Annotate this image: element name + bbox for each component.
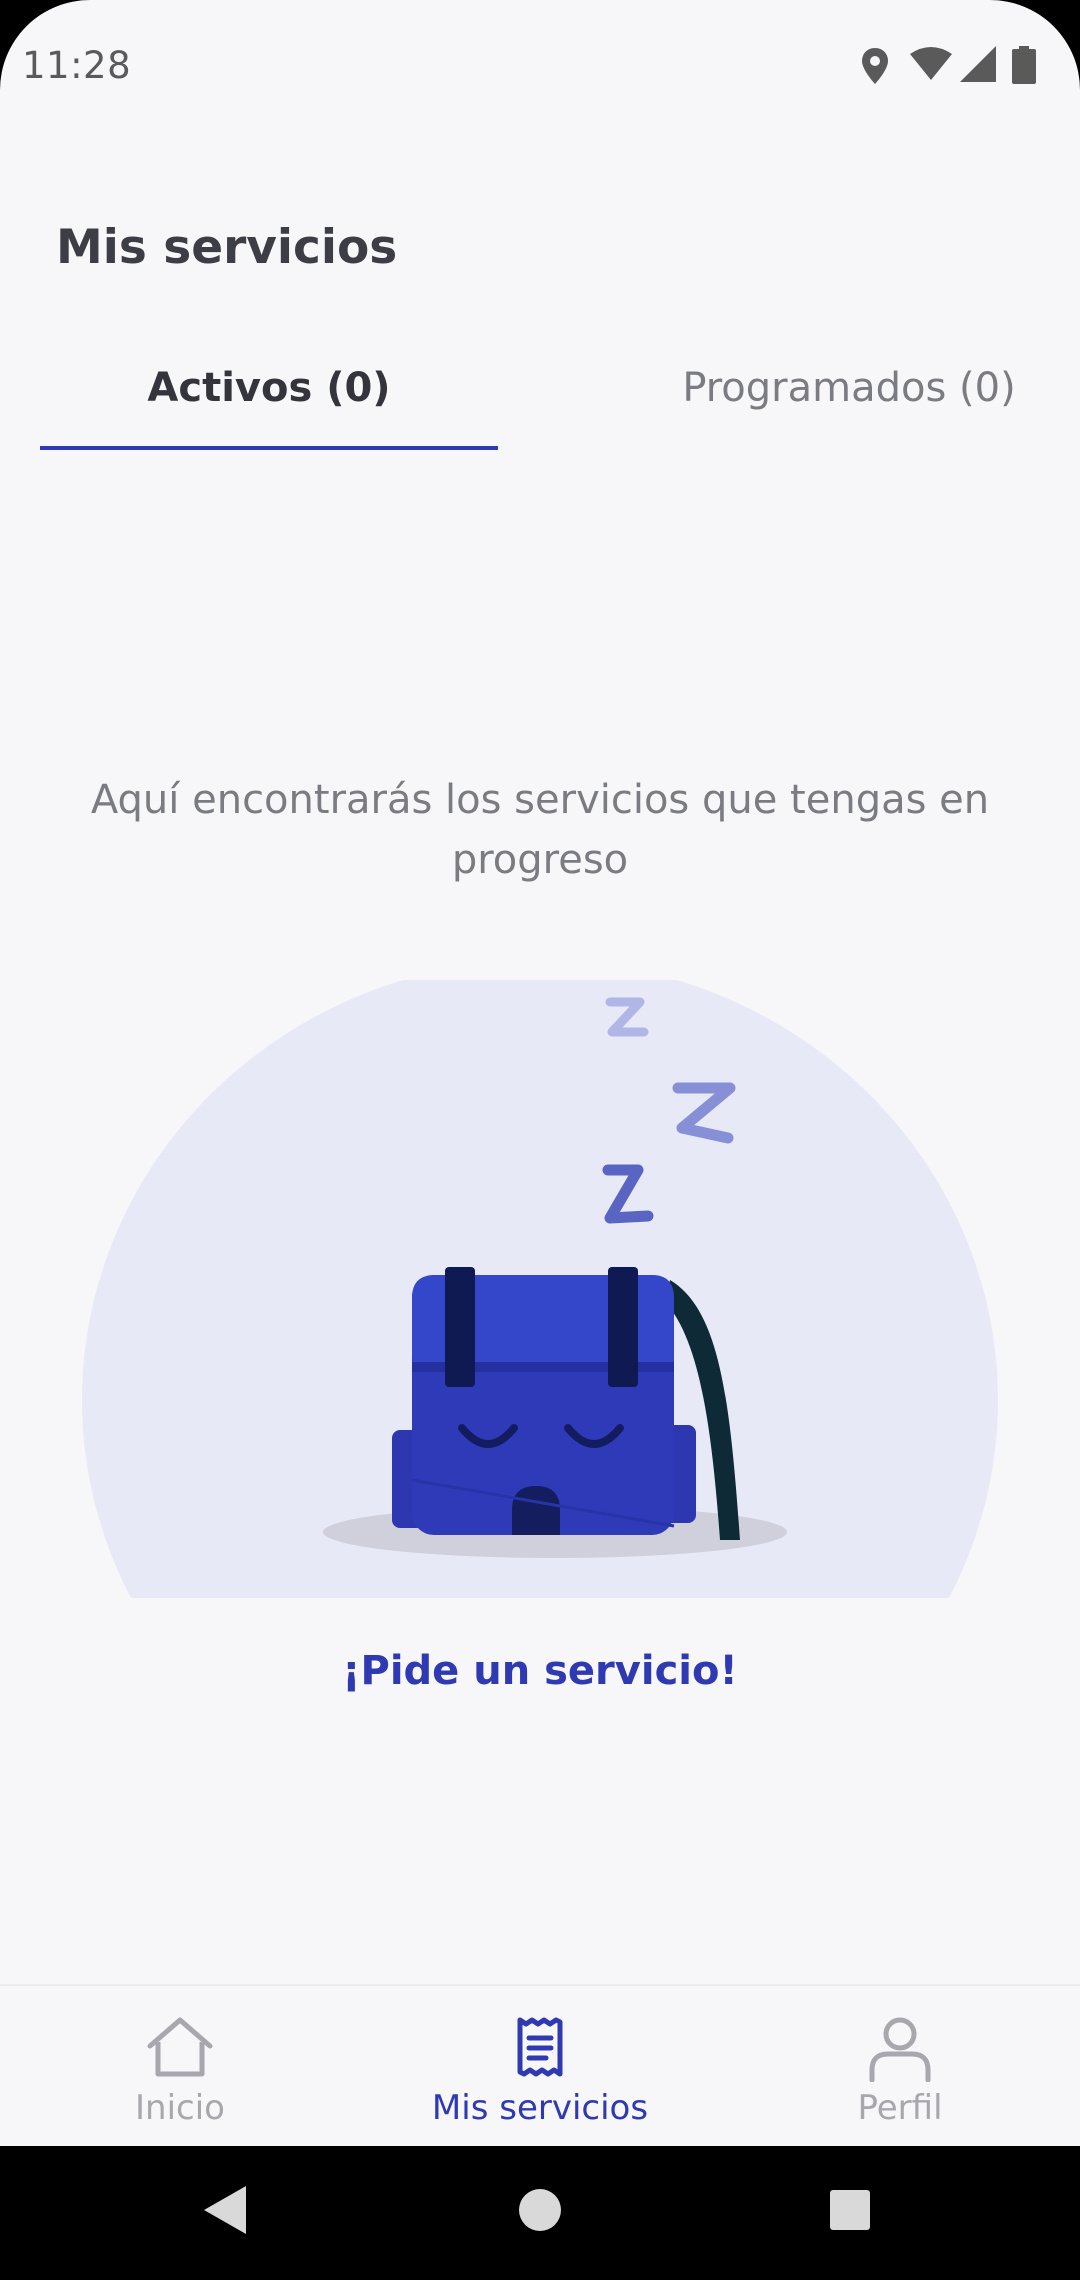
mouth: [512, 1486, 560, 1535]
request-service-link[interactable]: ¡Pide un servicio!: [240, 1648, 840, 1694]
home-circle-icon[interactable]: [518, 2182, 562, 2238]
buckle-strap-right: [608, 1267, 638, 1387]
status-bar: 11:28: [0, 0, 1080, 130]
wifi-icon: [910, 47, 952, 80]
person-icon: [869, 2017, 931, 2082]
page-title: Mis servicios: [56, 220, 398, 275]
system-nav-bar: [0, 2146, 1080, 2280]
nav-label-perfil: Perfil: [857, 2088, 943, 2128]
empty-state-message: Aquí encontrarás los servicios que tenga…: [90, 777, 990, 883]
signal-icon: [960, 46, 996, 82]
sleeping-backpack-illustration: [82, 980, 998, 1598]
nav-item-mis-servicios[interactable]: Mis servicios: [390, 1986, 690, 2146]
recents-icon[interactable]: [828, 2182, 872, 2238]
location-icon: [862, 48, 888, 84]
nav-item-perfil[interactable]: Perfil: [750, 1986, 1050, 2146]
receipt-icon: [517, 2017, 563, 2077]
buckle-strap-left: [445, 1267, 475, 1387]
tab-programados[interactable]: Programados (0): [620, 330, 1078, 450]
tab-bar: Activos (0) Programados (0): [40, 330, 1040, 452]
nav-label-inicio: Inicio: [135, 2088, 225, 2128]
tab-activos[interactable]: Activos (0): [40, 330, 498, 450]
active-tab-indicator: [40, 446, 498, 450]
app-screen: 11:28 Mis servicios Activos (0) Programa…: [0, 0, 1080, 2146]
nav-label-mis-servicios: Mis servicios: [431, 2088, 649, 2128]
home-icon: [147, 2017, 213, 2077]
bottom-nav: Inicio Mis servicios Perfil: [0, 1984, 1080, 2146]
status-icons: [860, 46, 1060, 86]
battery-icon: [1012, 46, 1036, 84]
nav-item-inicio[interactable]: Inicio: [30, 1986, 330, 2146]
status-time: 11:28: [22, 44, 132, 87]
back-icon[interactable]: [200, 2182, 250, 2238]
